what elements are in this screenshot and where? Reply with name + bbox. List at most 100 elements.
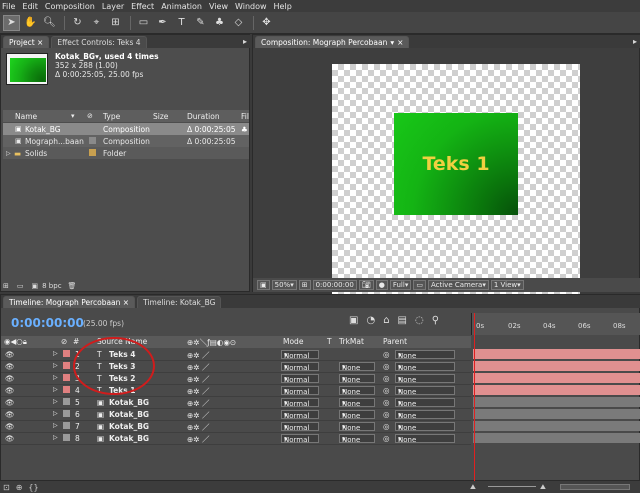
layer-row[interactable]: 👁︎ ▷ 2 T Teks 3 ⊕✲ ／ Normal ▾ None ▾ ◎ None ▾ bbox=[1, 361, 471, 373]
label-swatch[interactable] bbox=[63, 350, 70, 357]
mode-dropdown[interactable]: Normal ▾ bbox=[281, 350, 319, 360]
menu-view[interactable]: View bbox=[209, 2, 228, 11]
expand-triangle-icon[interactable]: ▷ bbox=[53, 386, 58, 393]
trkmat-dropdown[interactable]: None ▾ bbox=[339, 398, 375, 408]
tab-project[interactable]: Project × bbox=[3, 36, 50, 48]
expand-pane-icon[interactable]: {} bbox=[28, 483, 38, 492]
pan-behind-tool-icon[interactable]: ⊞ bbox=[107, 15, 124, 31]
motion-blur-icon[interactable]: ◌ bbox=[415, 315, 424, 326]
expand-triangle-icon[interactable]: ▷ bbox=[53, 422, 58, 429]
layer-duration-bar[interactable] bbox=[473, 373, 640, 383]
rotate-tool-icon[interactable]: ↻ bbox=[69, 15, 86, 31]
parent-dropdown[interactable]: None ▾ bbox=[395, 422, 455, 432]
toggle-modes-icon[interactable]: ⊕ bbox=[16, 483, 23, 492]
layer-duration-bar[interactable] bbox=[473, 385, 640, 395]
expand-triangle-icon[interactable]: ▷ bbox=[53, 350, 58, 357]
text-layer-preview[interactable]: Teks 1 bbox=[394, 113, 518, 215]
label-swatch[interactable] bbox=[63, 410, 70, 417]
resolution-dropdown[interactable]: Full ▾ bbox=[389, 280, 412, 290]
selection-tool-icon[interactable]: ➤ bbox=[3, 14, 20, 31]
menu-edit[interactable]: Edit bbox=[22, 2, 38, 11]
pickwhip-icon[interactable]: ◎ bbox=[383, 374, 390, 383]
col-name[interactable]: Name bbox=[15, 112, 37, 121]
zoom-in-icon[interactable]: ⛰ bbox=[540, 483, 546, 492]
graph-editor-icon[interactable]: ⚲ bbox=[432, 315, 439, 326]
layer-row[interactable]: 👁︎ ▷ 8 ▣ Kotak_BG ⊕✲ ／ Normal ▾ None ▾ ◎ None ▾ bbox=[1, 433, 471, 445]
panel-menu-icon[interactable]: ▸ bbox=[243, 37, 247, 46]
layer-switches-icon[interactable]: ⊕✲ ／ bbox=[187, 410, 209, 421]
new-composition-icon[interactable]: ▣ bbox=[32, 282, 39, 290]
trkmat-dropdown[interactable]: None ▾ bbox=[339, 434, 375, 444]
label-swatch[interactable] bbox=[89, 137, 96, 144]
layer-switches-icon[interactable]: ⊕✲ ／ bbox=[187, 374, 209, 385]
frame-blending-icon[interactable]: ▤ bbox=[398, 315, 407, 326]
layer-row[interactable]: 👁︎ ▷ 7 ▣ Kotak_BG ⊕✲ ／ Normal ▾ None ▾ ◎ None ▾ bbox=[1, 421, 471, 433]
project-item[interactable]: ▣ Kotak_BG Composition Δ 0:00:25:05 ♣ bbox=[3, 123, 249, 135]
project-item[interactable]: ▷ ▬ Solids Folder bbox=[3, 147, 249, 159]
horizontal-scrollbar[interactable] bbox=[560, 484, 630, 490]
label-swatch[interactable] bbox=[63, 386, 70, 393]
label-swatch[interactable] bbox=[63, 362, 70, 369]
color-channel-icon[interactable]: ● bbox=[375, 280, 388, 290]
expand-triangle-icon[interactable]: ▷ bbox=[53, 362, 58, 369]
camera-dropdown[interactable]: Active Camera ▾ bbox=[427, 280, 489, 290]
trkmat-dropdown[interactable]: None ▾ bbox=[339, 410, 375, 420]
tab-timeline-mograph[interactable]: Timeline: Mograph Percobaan × bbox=[3, 296, 136, 308]
brush-tool-icon[interactable]: ✎ bbox=[192, 15, 209, 31]
eye-icon[interactable]: 👁︎ bbox=[5, 386, 15, 395]
layer-switches-icon[interactable]: ⊕✲ ／ bbox=[187, 398, 209, 409]
layer-name[interactable]: Kotak_BG bbox=[109, 434, 149, 443]
parent-dropdown[interactable]: None ▾ bbox=[395, 386, 455, 396]
close-icon[interactable]: × bbox=[397, 38, 403, 47]
layer-name[interactable]: Kotak_BG bbox=[109, 410, 149, 419]
trkmat-dropdown[interactable]: None ▾ bbox=[339, 386, 375, 396]
type-tool-icon[interactable]: T bbox=[173, 15, 190, 31]
label-swatch[interactable] bbox=[63, 398, 70, 405]
tab-composition[interactable]: Composition: Mograph Percobaan ▾ × bbox=[255, 36, 410, 48]
camera-tool-icon[interactable]: ⌖ bbox=[88, 15, 105, 31]
layer-switches-icon[interactable]: ⊕✲ ／ bbox=[187, 386, 209, 397]
eye-icon[interactable]: 👁︎ bbox=[5, 350, 15, 359]
col-duration[interactable]: Duration bbox=[187, 112, 220, 121]
pickwhip-icon[interactable]: ◎ bbox=[383, 350, 390, 359]
layer-switches-icon[interactable]: ⊕✲ ／ bbox=[187, 434, 209, 445]
layer-duration-bar[interactable] bbox=[473, 409, 640, 419]
new-folder-icon[interactable]: ▭ bbox=[17, 282, 24, 290]
comp-mini-flowchart-icon[interactable]: ▣ bbox=[349, 315, 358, 326]
mode-dropdown[interactable]: Normal ▾ bbox=[281, 398, 319, 408]
label-swatch[interactable] bbox=[63, 374, 70, 381]
chevron-down-icon[interactable]: ▾ bbox=[390, 38, 394, 47]
layer-duration-bar[interactable] bbox=[473, 397, 640, 407]
hand-tool-icon[interactable]: ✋ bbox=[22, 15, 39, 31]
col-file[interactable]: Fil bbox=[241, 112, 249, 121]
eye-icon[interactable]: 👁︎ bbox=[5, 362, 15, 371]
trkmat-dropdown[interactable]: None ▾ bbox=[339, 362, 375, 372]
expand-triangle-icon[interactable]: ▷ bbox=[53, 374, 58, 381]
layer-row[interactable]: 👁︎ ▷ 4 T Teks 1 ⊕✲ ／ Normal ▾ None ▾ ◎ None ▾ bbox=[1, 385, 471, 397]
mode-dropdown[interactable]: Normal ▾ bbox=[281, 422, 319, 432]
expand-triangle-icon[interactable]: ▷ bbox=[6, 150, 11, 157]
eye-icon[interactable]: 👁︎ bbox=[5, 410, 15, 419]
layer-duration-bar[interactable] bbox=[473, 433, 640, 443]
expand-triangle-icon[interactable]: ▷ bbox=[53, 410, 58, 417]
layer-row[interactable]: 👁︎ ▷ 5 ▣ Kotak_BG ⊕✲ ／ Normal ▾ None ▾ ◎ None ▾ bbox=[1, 397, 471, 409]
col-size[interactable]: Size bbox=[153, 112, 168, 121]
eye-icon[interactable]: 👁︎ bbox=[5, 374, 15, 383]
rectangle-mask-tool-icon[interactable]: ▭ bbox=[135, 15, 152, 31]
tab-effect-controls[interactable]: Effect Controls: Teks 4 bbox=[51, 36, 147, 48]
trkmat-dropdown[interactable]: None ▾ bbox=[339, 374, 375, 384]
mode-dropdown[interactable]: Normal ▾ bbox=[281, 434, 319, 444]
always-preview-icon[interactable]: ▣ bbox=[257, 280, 270, 290]
time-ruler[interactable]: 0s 02s 04s 06s 08s bbox=[471, 313, 640, 335]
tab-timeline-kotak[interactable]: Timeline: Kotak_BG bbox=[137, 296, 222, 308]
mode-dropdown[interactable]: Normal ▾ bbox=[281, 386, 319, 396]
current-time-indicator[interactable] bbox=[474, 313, 475, 481]
layer-row[interactable]: 👁︎ ▷ 3 T Teks 2 ⊕✲ ／ Normal ▾ None ▾ ◎ None ▾ bbox=[1, 373, 471, 385]
clone-stamp-tool-icon[interactable]: ♣ bbox=[211, 15, 228, 31]
label-swatch[interactable] bbox=[89, 149, 96, 156]
layer-switches-icon[interactable]: ⊕✲ ／ bbox=[187, 362, 209, 373]
magnification-dropdown[interactable]: 50% ▾ bbox=[271, 280, 297, 290]
parent-dropdown[interactable]: None ▾ bbox=[395, 434, 455, 444]
eye-icon[interactable]: 👁︎ bbox=[5, 422, 15, 431]
toggle-switches-icon[interactable]: ⊡ bbox=[3, 483, 10, 492]
